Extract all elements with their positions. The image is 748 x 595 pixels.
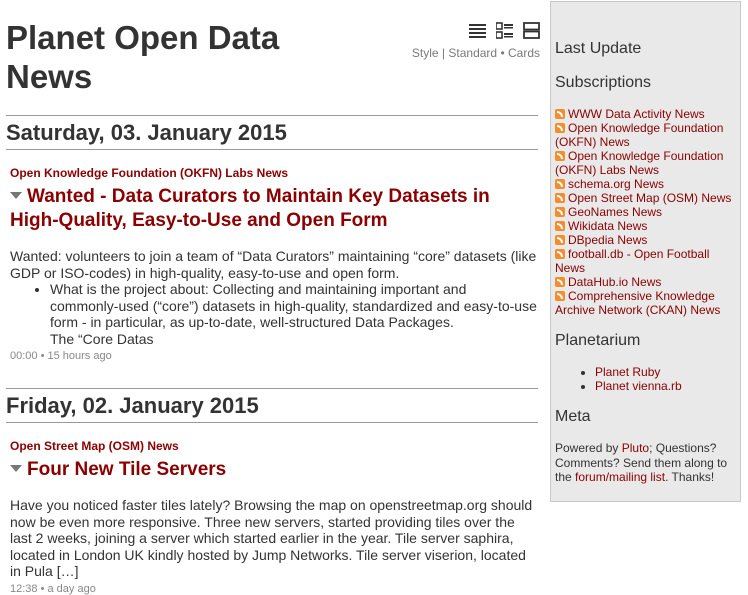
cards-view-icon[interactable] (523, 22, 540, 39)
item-feed-link[interactable]: Open Knowledge Foundation (OKFN) Labs Ne… (10, 166, 538, 180)
list-item: What is the project about: Collecting an… (50, 281, 538, 347)
item-meta: 00:00 • 15 hours ago (10, 350, 112, 362)
item-title-link[interactable]: Four New Tile Servers (27, 459, 226, 480)
subscription-item: Wikidata News (555, 219, 736, 233)
subscriptions-list: WWW Data Activity News Open Knowledge Fo… (555, 107, 736, 317)
day-section: Saturday, 03. January 2015 Open Knowledg… (6, 115, 538, 362)
rss-feed-icon[interactable] (555, 235, 565, 245)
rss-feed-icon[interactable] (555, 249, 565, 259)
meta-heading: Meta (555, 408, 591, 425)
rss-feed-icon[interactable] (555, 207, 565, 217)
planetarium-link[interactable]: Planet Ruby (595, 365, 660, 379)
rss-feed-icon[interactable] (555, 123, 565, 133)
subscription-link[interactable]: Open Knowledge Foundation (OKFN) News (555, 121, 723, 149)
style-label: Style (411, 46, 439, 60)
rss-feed-icon[interactable] (555, 179, 565, 189)
standard-style-link[interactable]: Standard (448, 46, 497, 60)
rss-feed-icon[interactable] (555, 291, 565, 301)
item-summary: Wanted: volunteers to join a team of “Da… (10, 248, 538, 347)
style-switcher: Style | Standard • Cards (400, 22, 540, 60)
subscription-item: Open Knowledge Foundation (OKFN) News (555, 121, 736, 149)
style-separator: | (441, 46, 446, 60)
forum-link[interactable]: forum/mailing list (575, 470, 665, 484)
subscription-item: schema.org News (555, 177, 736, 191)
subscription-item: GeoNames News (555, 205, 736, 219)
planetarium-link[interactable]: Planet vienna.rb (595, 379, 682, 393)
subscription-link[interactable]: WWW Data Activity News (568, 107, 705, 121)
subscription-link[interactable]: GeoNames News (568, 205, 662, 219)
subscription-link[interactable]: DBpedia News (568, 233, 647, 247)
planetarium-list: Planet Ruby Planet vienna.rb (555, 365, 736, 393)
item-time: 12:38 (10, 582, 38, 595)
rss-feed-icon[interactable] (555, 221, 565, 231)
pluto-link[interactable]: Pluto (622, 441, 649, 455)
subscription-link[interactable]: schema.org News (568, 177, 664, 191)
item-time: 00:00 (10, 350, 38, 362)
subscriptions-heading: Subscriptions (555, 74, 652, 91)
subscription-item: DataHub.io News (555, 275, 736, 289)
subscription-item: Comprehensive Knowledge Archive Network … (555, 289, 736, 317)
subscription-item: football.db - Open Football News (555, 247, 736, 275)
list-item: Planet vienna.rb (595, 379, 736, 393)
site-title: Planet Open Data News (6, 19, 280, 95)
day-section: Friday, 02. January 2015 Open Street Map… (6, 388, 538, 595)
item-title-link[interactable]: Wanted - Data Curators to Maintain Key D… (10, 186, 490, 231)
item-feed-link[interactable]: Open Street Map (OSM) News (10, 439, 538, 453)
item-summary-tail: The “Core Datas (50, 330, 154, 347)
item-title: Wanted - Data Curators to Maintain Key D… (10, 185, 538, 233)
subscription-link[interactable]: Open Knowledge Foundation (OKFN) Labs Ne… (555, 149, 723, 177)
style-bullet: • (500, 46, 505, 60)
item-summary-list: What is the project about: Collecting an… (10, 281, 538, 347)
item-ago-link[interactable]: 15 hours ago (48, 350, 112, 362)
subscription-link[interactable]: Wikidata News (568, 219, 647, 233)
cards-style-link[interactable]: Cards (508, 46, 540, 60)
planetarium-heading: Planetarium (555, 332, 641, 349)
sidebar: Last Update Subscriptions WWW Data Activ… (550, 1, 741, 502)
list-item: Planet Ruby (595, 365, 736, 379)
item-ago-link[interactable]: a day ago (48, 583, 96, 595)
meta-text: Powered by Pluto; Questions? Comments? S… (555, 441, 728, 484)
subscription-link[interactable]: DataHub.io News (568, 275, 661, 289)
collapse-triangle-icon[interactable] (10, 465, 22, 472)
subscription-item: Open Street Map (OSM) News (555, 191, 736, 205)
subscription-link[interactable]: football.db - Open Football News (555, 247, 709, 275)
day-header: Friday, 02. January 2015 (6, 388, 538, 423)
collapse-triangle-icon[interactable] (10, 192, 22, 199)
item-meta: 12:38 • a day ago (10, 582, 96, 595)
standard-view-icon[interactable] (495, 22, 513, 39)
list-view-icon[interactable] (469, 22, 486, 39)
subscription-item: DBpedia News (555, 233, 736, 247)
rss-feed-icon[interactable] (555, 151, 565, 161)
subscription-link[interactable]: Open Street Map (OSM) News (568, 191, 731, 205)
item-summary-text: Wanted: volunteers to join a team of “Da… (10, 248, 537, 281)
item-title: Four New Tile Servers (10, 458, 538, 482)
rss-feed-icon[interactable] (555, 277, 565, 287)
item-summary: Have you noticed faster tiles lately? Br… (10, 497, 538, 580)
day-header: Saturday, 03. January 2015 (6, 115, 538, 150)
rss-feed-icon[interactable] (555, 109, 565, 119)
subscription-link[interactable]: Comprehensive Knowledge Archive Network … (555, 289, 720, 317)
subscription-item: Open Knowledge Foundation (OKFN) Labs Ne… (555, 149, 736, 177)
rss-feed-icon[interactable] (555, 193, 565, 203)
last-update-heading: Last Update (555, 40, 642, 57)
item-summary-text: Have you noticed faster tiles lately? Br… (10, 497, 533, 579)
subscription-item: WWW Data Activity News (555, 107, 736, 121)
